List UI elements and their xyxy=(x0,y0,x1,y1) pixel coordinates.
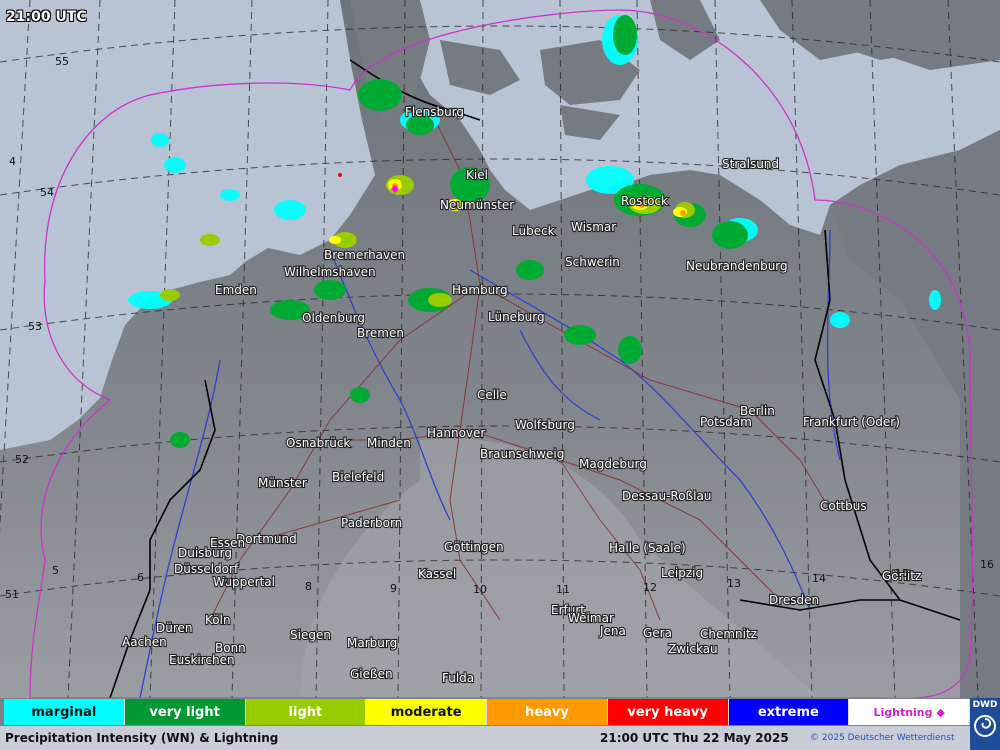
city-label: Celle xyxy=(477,388,507,402)
city-label: Frankfurt (Oder) xyxy=(803,415,900,429)
city-label: Düsseldorf xyxy=(174,562,239,576)
city-label: Minden xyxy=(367,436,411,450)
city-label: Wolfsburg xyxy=(515,418,575,432)
lon-label: 15 xyxy=(895,567,909,580)
legend-very-heavy: very heavy xyxy=(607,699,729,725)
city-label: Lüneburg xyxy=(488,310,545,324)
lon-label: 13 xyxy=(727,577,741,590)
legend-light: light xyxy=(245,699,367,725)
city-label: Siegen xyxy=(290,628,331,642)
lon-label: 10 xyxy=(473,583,487,596)
city-label: Flensburg xyxy=(405,105,464,119)
timestamp: 21:00 UTC Thu 22 May 2025 xyxy=(600,731,789,745)
city-label: Bremerhaven xyxy=(324,248,405,262)
city-label: Neubrandenburg xyxy=(686,259,788,273)
lon-label: 4 xyxy=(9,155,16,168)
lon-label: 16 xyxy=(980,558,994,571)
copyright: © 2025 Deutscher Wetterdienst xyxy=(810,733,955,743)
lat-label: 53 xyxy=(28,320,42,333)
city-label: Braunschweig xyxy=(480,447,564,461)
city-label: Gießen xyxy=(350,667,393,681)
city-label: Bielefeld xyxy=(332,470,384,484)
lon-label: 5 xyxy=(52,564,59,577)
city-label: Kiel xyxy=(466,168,488,182)
city-label: Marburg xyxy=(347,636,397,650)
legend-heavy: heavy xyxy=(487,699,608,725)
city-label: Gera xyxy=(643,626,672,640)
city-label: Leipzig xyxy=(661,566,703,580)
lon-label: 8 xyxy=(305,580,312,593)
city-label: Magdeburg xyxy=(579,457,647,471)
lon-label: 14 xyxy=(812,572,826,585)
dwd-logo: DWD xyxy=(970,698,1000,750)
legend-moderate: moderate xyxy=(366,699,487,725)
city-label: Rostock xyxy=(621,194,668,208)
lat-label: 55 xyxy=(55,55,69,68)
city-label: Wismar xyxy=(571,220,616,234)
city-label: Potsdam xyxy=(700,415,752,429)
city-label: Oldenburg xyxy=(302,311,365,325)
lon-label: 12 xyxy=(643,581,657,594)
time-label: 21:00 UTC xyxy=(6,9,87,25)
city-label: Kassel xyxy=(418,567,456,581)
product-title: Precipitation Intensity (WN) & Lightning xyxy=(5,731,279,745)
city-label: Köln xyxy=(205,613,231,627)
footer-bar: Precipitation Intensity (WN) & Lightning… xyxy=(0,726,970,750)
city-label: Paderborn xyxy=(341,516,402,530)
city-label: Aachen xyxy=(122,635,167,649)
city-label: Dortmund xyxy=(236,532,297,546)
legend-very-light: very light xyxy=(124,699,246,725)
city-label: Osnabrück xyxy=(286,436,350,450)
legend-marginal: marginal xyxy=(4,699,125,725)
city-label: Emden xyxy=(215,283,257,297)
city-label: Göttingen xyxy=(444,540,504,554)
lat-label: 51 xyxy=(5,588,19,601)
city-label: Münster xyxy=(258,476,307,490)
city-label: Dessau-Roßlau xyxy=(622,489,711,503)
precipitation-legend: marginal very light light moderate heavy… xyxy=(4,699,970,725)
city-label: Hannover xyxy=(427,426,485,440)
city-label: Duisburg xyxy=(178,546,232,560)
city-label: Chemnitz xyxy=(700,627,757,641)
logo-text: DWD xyxy=(972,700,998,710)
lon-label: 6 xyxy=(137,571,144,584)
radar-map: Flensburg Kiel Neumünster Lübeck Wismar … xyxy=(0,0,1000,698)
city-label: Euskirchen xyxy=(169,653,235,667)
lon-label: 11 xyxy=(556,583,570,596)
dwd-swirl-icon xyxy=(974,715,996,737)
lat-label: 54 xyxy=(40,186,54,199)
city-label: Jena xyxy=(599,624,626,638)
lat-label: 52 xyxy=(15,453,29,466)
city-label: Fulda xyxy=(442,671,474,685)
city-label: Hamburg xyxy=(452,283,508,297)
city-label: Schwerin xyxy=(565,255,620,269)
city-label: Lübeck xyxy=(512,224,555,238)
legend-extreme: extreme xyxy=(728,699,850,725)
city-label: Halle (Saale) xyxy=(609,541,686,555)
city-label: Wilhelmshaven xyxy=(284,265,376,279)
lon-label: 7 xyxy=(222,576,229,589)
city-label: Bremen xyxy=(357,326,404,340)
city-label: Stralsund xyxy=(722,157,779,171)
city-label: Neumünster xyxy=(440,198,514,212)
legend-lightning: Lightning ◆ xyxy=(849,699,970,725)
city-label: Cottbus xyxy=(820,499,867,513)
city-label: Düren xyxy=(156,621,193,635)
city-label: Zwickau xyxy=(668,642,718,656)
city-label: Weimar xyxy=(568,611,614,625)
lon-label: 9 xyxy=(390,582,397,595)
city-label: Dresden xyxy=(769,593,819,607)
